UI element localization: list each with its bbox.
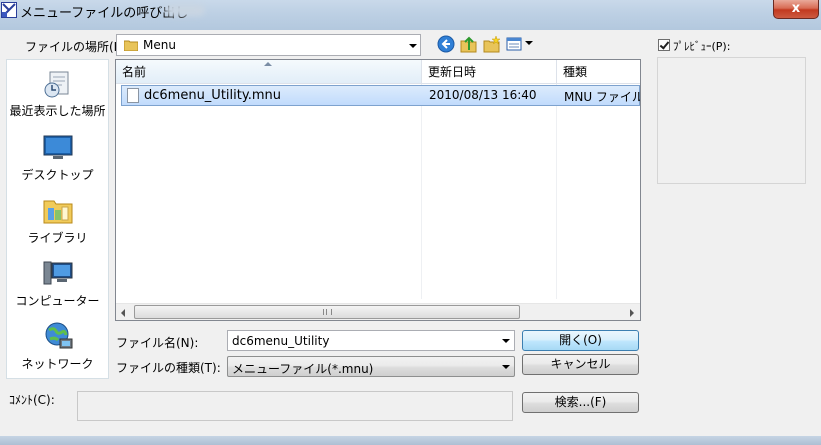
- column-header-label: 種類: [563, 65, 588, 79]
- filename-label: ファイル名(N):: [116, 336, 199, 350]
- location-combo[interactable]: Menu: [116, 34, 421, 56]
- recent-places-icon: [44, 71, 68, 98]
- file-row[interactable]: dc6menu_Utility.mnu 2010/08/13 16:40 MNU…: [121, 85, 640, 106]
- file-modified: 2010/08/13 16:40: [429, 88, 537, 102]
- filename-value: dc6menu_Utility: [232, 334, 330, 348]
- scroll-right-icon[interactable]: [630, 309, 634, 317]
- back-icon[interactable]: [437, 35, 455, 53]
- place-libraries[interactable]: ライブラリ: [7, 195, 108, 246]
- place-computer[interactable]: コンピューター: [7, 258, 108, 309]
- place-recent[interactable]: 最近表示した場所: [7, 68, 108, 119]
- column-header-label: 更新日時: [428, 65, 477, 79]
- scroll-thumb[interactable]: [134, 305, 520, 319]
- horizontal-scrollbar[interactable]: [116, 303, 640, 320]
- column-header-modified[interactable]: 更新日時: [422, 60, 557, 84]
- window-title: メニューファイルの呼び出し: [20, 6, 189, 21]
- title-blur: [165, 4, 205, 16]
- search-button[interactable]: 検索...(F): [522, 392, 639, 413]
- place-label: ネットワーク: [21, 357, 94, 371]
- window-bottom-frame: [0, 436, 821, 445]
- preview-pane: [657, 57, 806, 184]
- place-label: コンピューター: [15, 294, 100, 308]
- column-divider: [421, 84, 422, 299]
- cancel-button[interactable]: キャンセル: [522, 354, 639, 375]
- preview-checkbox[interactable]: [658, 39, 670, 51]
- folder-icon: [124, 40, 138, 51]
- filename-combo[interactable]: dc6menu_Utility: [227, 330, 515, 351]
- chevron-down-icon[interactable]: [502, 365, 510, 369]
- chevron-down-icon[interactable]: [502, 339, 510, 343]
- filetype-label: ファイルの種類(T):: [116, 361, 221, 375]
- view-dropdown-icon[interactable]: [525, 41, 533, 45]
- file-type: MNU ファイル: [564, 90, 641, 104]
- open-button[interactable]: 開く(O): [522, 330, 639, 351]
- comment-label: ｺﾒﾝﾄ(C):: [9, 393, 55, 407]
- view-menu-icon[interactable]: [506, 35, 522, 53]
- place-label: 最近表示した場所: [9, 104, 106, 118]
- desktop-icon: [43, 135, 72, 159]
- place-desktop[interactable]: デスクトップ: [7, 132, 108, 183]
- lookin-label: ファイルの場所(I):: [25, 40, 126, 54]
- file-icon: [127, 88, 139, 103]
- chevron-down-icon: [409, 44, 417, 48]
- up-folder-icon[interactable]: [460, 35, 478, 53]
- place-network[interactable]: ネットワーク: [7, 321, 108, 372]
- places-bar: 最近表示した場所 デスクトップ ライブラリ コンピューター ネットワーク: [6, 59, 109, 379]
- computer-icon: [43, 261, 72, 285]
- sort-ascending-icon: [264, 62, 272, 66]
- comment-field[interactable]: [77, 391, 513, 421]
- filetype-select[interactable]: メニューファイル(*.mnu): [227, 356, 515, 377]
- column-header-name[interactable]: 名前: [116, 60, 422, 84]
- place-label: デスクトップ: [21, 168, 94, 182]
- libraries-icon: [43, 200, 72, 224]
- title-bar: メニューファイルの呼び出し x: [0, 0, 821, 30]
- network-icon: [45, 322, 72, 349]
- location-value: Menu: [143, 38, 176, 52]
- preview-label: ﾌﾟﾚﾋﾞｭｰ(P):: [673, 40, 731, 53]
- column-header-label: 名前: [122, 65, 147, 79]
- new-folder-icon[interactable]: [483, 35, 501, 53]
- app-icon: [1, 2, 17, 18]
- column-divider: [556, 84, 557, 299]
- filetype-value: メニューファイル(*.mnu): [232, 362, 374, 376]
- column-header-type[interactable]: 種類: [557, 60, 640, 84]
- place-label: ライブラリ: [27, 231, 88, 245]
- scroll-grip-icon: [323, 309, 332, 315]
- file-name: dc6menu_Utility.mnu: [144, 88, 281, 103]
- close-button[interactable]: x: [773, 0, 819, 19]
- scroll-left-icon[interactable]: [121, 309, 125, 317]
- file-list[interactable]: 名前 更新日時 種類 dc6menu_Utility.mnu 2010/08/1…: [115, 59, 641, 321]
